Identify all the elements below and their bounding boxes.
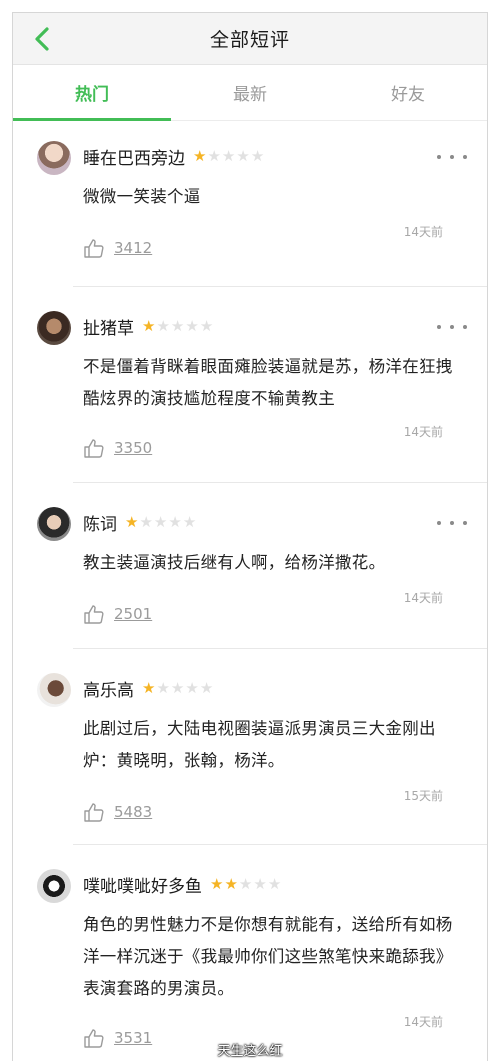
like-button[interactable]: 3412 bbox=[83, 238, 152, 258]
star-empty-icon: ★ bbox=[199, 316, 214, 335]
star-empty-icon: ★ bbox=[250, 146, 265, 165]
more-options-button[interactable] bbox=[437, 513, 467, 533]
avatar[interactable] bbox=[37, 507, 71, 541]
star-empty-icon: ★ bbox=[267, 874, 282, 893]
username[interactable]: 睡在巴西旁边 bbox=[83, 144, 185, 169]
username[interactable]: 陈词 bbox=[83, 510, 117, 535]
star-empty-icon: ★ bbox=[156, 678, 170, 697]
page-title: 全部短评 bbox=[209, 29, 290, 51]
timestamp: 14天前 bbox=[403, 1015, 443, 1029]
like-count: 5483 bbox=[114, 803, 153, 821]
avatar[interactable] bbox=[37, 311, 71, 345]
star-empty-icon: ★ bbox=[185, 678, 199, 697]
star-empty-icon: ★ bbox=[170, 678, 185, 697]
username[interactable]: 扯猪草 bbox=[83, 314, 134, 339]
star-rating: ★ ★ ★ ★ ★ bbox=[125, 512, 197, 531]
timestamp: 14天前 bbox=[403, 591, 443, 605]
review-text: 角色的男性魅力不是你想有就能有，送给所有如杨洋一样沉迷于《我最帅你们这些煞笔快来… bbox=[83, 915, 453, 998]
tab-friends[interactable]: 好友 bbox=[329, 65, 487, 120]
timestamp: 15天前 bbox=[403, 789, 443, 803]
star-empty-icon: ★ bbox=[156, 316, 170, 335]
star-empty-icon: ★ bbox=[185, 316, 199, 335]
star-empty-icon: ★ bbox=[139, 512, 153, 531]
timestamp: 14天前 bbox=[403, 225, 443, 239]
thumbs-up-icon bbox=[84, 239, 104, 258]
star-empty-icon: ★ bbox=[168, 512, 182, 531]
star-empty-icon: ★ bbox=[207, 146, 221, 165]
thumbs-up-icon bbox=[84, 803, 104, 822]
star-empty-icon: ★ bbox=[182, 512, 197, 531]
star-empty-icon: ★ bbox=[221, 146, 236, 165]
star-rating: ★ ★ ★ ★ ★ bbox=[142, 678, 214, 697]
star-rating: ★ ★ ★ ★ ★ bbox=[210, 874, 282, 893]
review-item: 扯猪草 ★ ★ ★ ★ ★ 不是僵着背眯着眼面瘫脸装逼就是苏，杨洋在狂拽酷炫界的演技尴尬… bbox=[13, 287, 487, 483]
avatar[interactable] bbox=[37, 141, 71, 175]
review-text: 此剧过后，大陆电视圈装逼派男演员三大金刚出炉：黄晓明，张翰，杨洋。 bbox=[83, 719, 436, 770]
review-text: 不是僵着背眯着眼面瘫脸装逼就是苏，杨洋在狂拽酷炫界的演技尴尬程度不输黄教主 bbox=[83, 357, 453, 408]
star-empty-icon: ★ bbox=[170, 316, 185, 335]
review-item: 睡在巴西旁边 ★ ★ ★ ★ ★ 微微一笑装个逼 3412 14天前 bbox=[13, 121, 487, 287]
like-count: 3412 bbox=[114, 239, 153, 257]
username[interactable]: 噗呲噗呲好多鱼 bbox=[83, 872, 202, 897]
star-rating: ★ ★ ★ ★ ★ bbox=[193, 146, 265, 165]
like-count: 3350 bbox=[114, 439, 153, 457]
thumbs-up-icon bbox=[84, 605, 104, 624]
more-options-button[interactable] bbox=[437, 317, 467, 337]
tab-latest[interactable]: 最新 bbox=[171, 65, 329, 120]
top-bar: 全部短评 bbox=[13, 13, 487, 65]
like-count: 2501 bbox=[114, 605, 153, 623]
thumbs-up-icon bbox=[84, 439, 104, 458]
chevron-left-icon bbox=[35, 27, 49, 51]
star-filled-icon: ★ bbox=[224, 874, 238, 893]
back-button[interactable] bbox=[27, 24, 57, 54]
star-empty-icon: ★ bbox=[153, 512, 168, 531]
star-filled-icon: ★ bbox=[210, 874, 224, 893]
star-rating: ★ ★ ★ ★ ★ bbox=[142, 316, 214, 335]
star-filled-icon: ★ bbox=[125, 512, 139, 531]
avatar[interactable] bbox=[37, 673, 71, 707]
star-empty-icon: ★ bbox=[238, 874, 253, 893]
review-text: 教主装逼演技后继有人啊，给杨洋撒花。 bbox=[83, 553, 386, 572]
tab-hot[interactable]: 热门 bbox=[13, 65, 171, 121]
username[interactable]: 高乐高 bbox=[83, 676, 134, 701]
tab-bar: 热门 最新 好友 bbox=[13, 65, 487, 121]
watermark: 天生这么红 bbox=[217, 1044, 283, 1059]
review-text: 微微一笑装个逼 bbox=[83, 187, 201, 206]
avatar[interactable] bbox=[37, 869, 71, 903]
app-frame: 全部短评 热门 最新 好友 睡在巴西旁边 ★ ★ ★ ★ ★ 微微一笑装个逼 3412 bbox=[12, 12, 488, 1061]
star-empty-icon: ★ bbox=[199, 678, 214, 697]
star-empty-icon: ★ bbox=[253, 874, 267, 893]
like-button[interactable]: 5483 bbox=[83, 802, 152, 822]
like-button[interactable]: 2501 bbox=[83, 604, 152, 624]
more-options-button[interactable] bbox=[437, 147, 467, 167]
timestamp: 14天前 bbox=[403, 425, 443, 439]
star-filled-icon: ★ bbox=[142, 316, 156, 335]
review-item: 噗呲噗呲好多鱼 ★ ★ ★ ★ ★ 角色的男性魅力不是你想有就能有，送给所有如杨洋一样沉… bbox=[13, 845, 487, 1061]
review-item: 高乐高 ★ ★ ★ ★ ★ 此剧过后，大陆电视圈装逼派男演员三大金刚出炉：黄晓明，张翰，… bbox=[13, 649, 487, 845]
review-item: 陈词 ★ ★ ★ ★ ★ 教主装逼演技后继有人啊，给杨洋撒花。 2501 14天前 bbox=[13, 483, 487, 649]
star-filled-icon: ★ bbox=[142, 678, 156, 697]
star-empty-icon: ★ bbox=[236, 146, 250, 165]
star-filled-icon: ★ bbox=[193, 146, 207, 165]
like-button[interactable]: 3350 bbox=[83, 438, 152, 458]
review-list: 睡在巴西旁边 ★ ★ ★ ★ ★ 微微一笑装个逼 3412 14天前 扯猪草 ★… bbox=[13, 121, 487, 1061]
